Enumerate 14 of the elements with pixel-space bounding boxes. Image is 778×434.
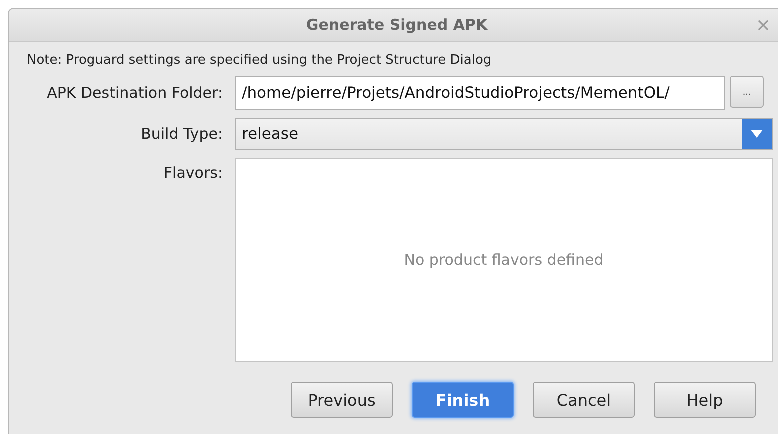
- field-label: APK Destination Folder:: [46, 84, 223, 102]
- dialog-button[interactable]: Cancel: [533, 382, 635, 418]
- note-text: Note: Proguard settings are specified using the Project Structure Dialog: [27, 53, 493, 68]
- field-label: Build Type:: [140, 125, 223, 143]
- dialog-button[interactable]: Previous: [291, 382, 393, 418]
- build-type-dropdown[interactable]: release: [235, 118, 773, 150]
- browse-button[interactable]: ...: [730, 76, 764, 108]
- window-title: Generate Signed APK: [306, 16, 488, 34]
- dialog-button[interactable]: Help: [654, 382, 756, 418]
- field-label: Flavors:: [162, 163, 223, 182]
- dialog-button[interactable]: Finish: [412, 382, 514, 418]
- empty-message: No product flavors defined: [404, 251, 604, 269]
- dropdown-arrow-icon: [751, 130, 763, 138]
- destination-field[interactable]: /home/pierre/Projets/AndroidStudioProjects/MementOL/: [235, 76, 725, 110]
